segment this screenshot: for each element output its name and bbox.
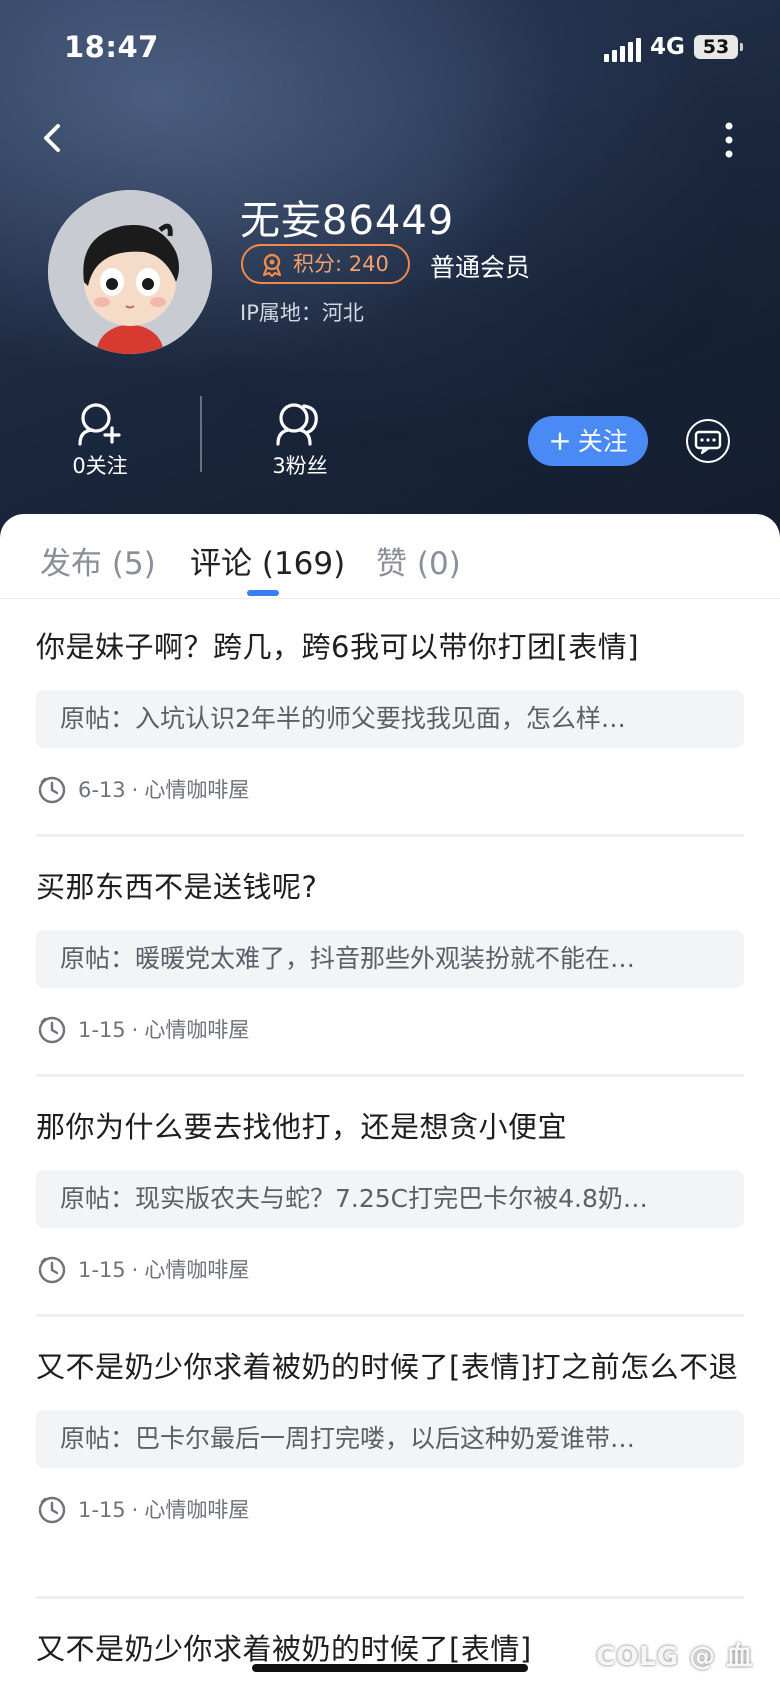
comment-meta: 1-15 · 心情咖啡屋 [36, 1014, 744, 1046]
comment-text: 你是妹子啊？跨几，跨6我可以带你打团[表情] [36, 630, 640, 664]
orig-post-label: 原帖： [60, 1184, 136, 1213]
orig-post-label: 原帖： [60, 704, 136, 733]
forum-name: 心情咖啡屋 [144, 1258, 250, 1282]
comment-date: 6-13 [78, 778, 126, 802]
follow-button[interactable]: + 关注 [528, 416, 648, 466]
comment-text: 买那东西不是送钱呢? [36, 870, 318, 904]
divider [36, 1596, 744, 1599]
original-post-link[interactable]: 原帖：暖暖党太难了，抖音那些外观装扮就不能在… [36, 930, 744, 988]
network-type: 4G [650, 34, 685, 60]
divider [36, 1314, 744, 1317]
clock-icon [38, 1256, 66, 1284]
tab-comments[interactable]: 评论 (169) [190, 538, 345, 583]
plus-icon: + [548, 424, 572, 457]
back-button[interactable] [34, 118, 74, 158]
meta-separator: · [131, 1498, 139, 1522]
points-label: 积分: 240 [293, 252, 389, 276]
chevron-left-icon [44, 124, 60, 152]
comment-date: 1-15 [78, 1498, 126, 1522]
watermark: COLG @ 血 [596, 1642, 754, 1672]
battery-tip [740, 43, 743, 51]
stat-divider [200, 396, 202, 472]
add-user-icon [78, 403, 121, 446]
home-indicator [252, 1664, 528, 1672]
battery-icon: 53 [694, 35, 738, 59]
tab-bar: 发布 (5) 评论 (169) 赞 (0) [0, 514, 780, 599]
comment-meta: 1-15 · 心情咖啡屋 [36, 1494, 744, 1526]
comment-date: 1-15 [78, 1018, 126, 1042]
following-count: 0关注 [72, 454, 128, 478]
orig-post-title: 入坑认识2年半的师父要找我见面，怎么样… [135, 704, 626, 733]
meta-separator: · [131, 1018, 139, 1042]
points-badge[interactable]: 积分: 240 [241, 244, 410, 284]
more-options-button[interactable] [712, 118, 746, 162]
comment-meta: 1-15 · 心情咖啡屋 [36, 1254, 744, 1286]
status-bar: 18:47 4G 53 [0, 0, 780, 100]
original-post-link[interactable]: 原帖：巴卡尔最后一周打完喽，以后这种奶爱谁带… [36, 1410, 744, 1468]
orig-post-title: 暖暖党太难了，抖音那些外观装扮就不能在… [135, 944, 636, 973]
following-stat[interactable]: 0关注 [40, 400, 160, 480]
ip-location: IP属地：河北 [240, 301, 364, 325]
message-button[interactable] [686, 419, 730, 463]
tab-likes[interactable]: 赞 (0) [376, 538, 461, 583]
signal-icon [604, 38, 641, 62]
forum-name: 心情咖啡屋 [144, 1498, 250, 1522]
content-panel: 发布 (5) 评论 (169) 赞 (0) 你是妹子啊？跨几，跨6我可以带你打团… [0, 514, 780, 1688]
list-item[interactable]: 你是妹子啊？跨几，跨6我可以带你打团[表情] 原帖：入坑认识2年半的师父要找我见… [36, 626, 744, 806]
meta-separator: · [131, 1258, 139, 1282]
avatar[interactable] [48, 190, 212, 354]
cartoon-boy-avatar-icon [48, 190, 212, 354]
original-post-link[interactable]: 原帖：现实版农夫与蛇？7.25C打完巴卡尔被4.8奶… [36, 1170, 744, 1228]
meta-separator: · [131, 778, 139, 802]
list-item[interactable]: 又不是奶少你求着被奶的时候了[表情]打之前怎么不退 原帖：巴卡尔最后一周打完喽，… [36, 1346, 744, 1526]
comment-meta: 6-13 · 心情咖啡屋 [36, 774, 744, 806]
orig-post-label: 原帖： [60, 1424, 136, 1453]
clock-icon [38, 1496, 66, 1524]
divider [36, 834, 744, 837]
forum-name: 心情咖啡屋 [144, 778, 250, 802]
tab-posts[interactable]: 发布 (5) [40, 538, 156, 583]
clock-icon [38, 1016, 66, 1044]
comment-text: 又不是奶少你求着被奶的时候了[表情]打之前怎么不退 [36, 1350, 739, 1384]
member-level: 普通会员 [430, 253, 531, 282]
orig-post-title: 现实版农夫与蛇？7.25C打完巴卡尔被4.8奶… [135, 1184, 648, 1213]
list-item[interactable]: 那你为什么要去找他打，还是想贪小便宜 原帖：现实版农夫与蛇？7.25C打完巴卡尔… [36, 1106, 744, 1286]
comment-date: 1-15 [78, 1258, 126, 1282]
medal-icon [262, 253, 282, 278]
profile-header: 18:47 4G 53 无妄86449 积分: 240 普通会员 IP属地：河北… [0, 0, 780, 540]
fans-icon [276, 403, 318, 446]
status-time: 18:47 [64, 30, 159, 64]
fans-count: 3粉丝 [272, 454, 328, 478]
list-item[interactable]: 买那东西不是送钱呢? 原帖：暖暖党太难了，抖音那些外观装扮就不能在… 1-15 ·… [36, 866, 744, 1046]
more-vertical-icon [725, 122, 733, 158]
clock-icon [38, 776, 66, 804]
fans-stat[interactable]: 3粉丝 [240, 400, 360, 480]
chat-bubble-icon [694, 430, 722, 455]
follow-label: 关注 [577, 427, 628, 456]
divider [36, 1074, 744, 1077]
active-tab-indicator [247, 590, 279, 596]
original-post-link[interactable]: 原帖：入坑认识2年半的师父要找我见面，怎么样… [36, 690, 744, 748]
orig-post-title: 巴卡尔最后一周打完喽，以后这种奶爱谁带… [135, 1424, 636, 1453]
orig-post-label: 原帖： [60, 944, 136, 973]
comment-text: 那你为什么要去找他打，还是想贪小便宜 [36, 1110, 568, 1144]
forum-name: 心情咖啡屋 [144, 1018, 250, 1042]
username: 无妄86449 [240, 198, 455, 244]
